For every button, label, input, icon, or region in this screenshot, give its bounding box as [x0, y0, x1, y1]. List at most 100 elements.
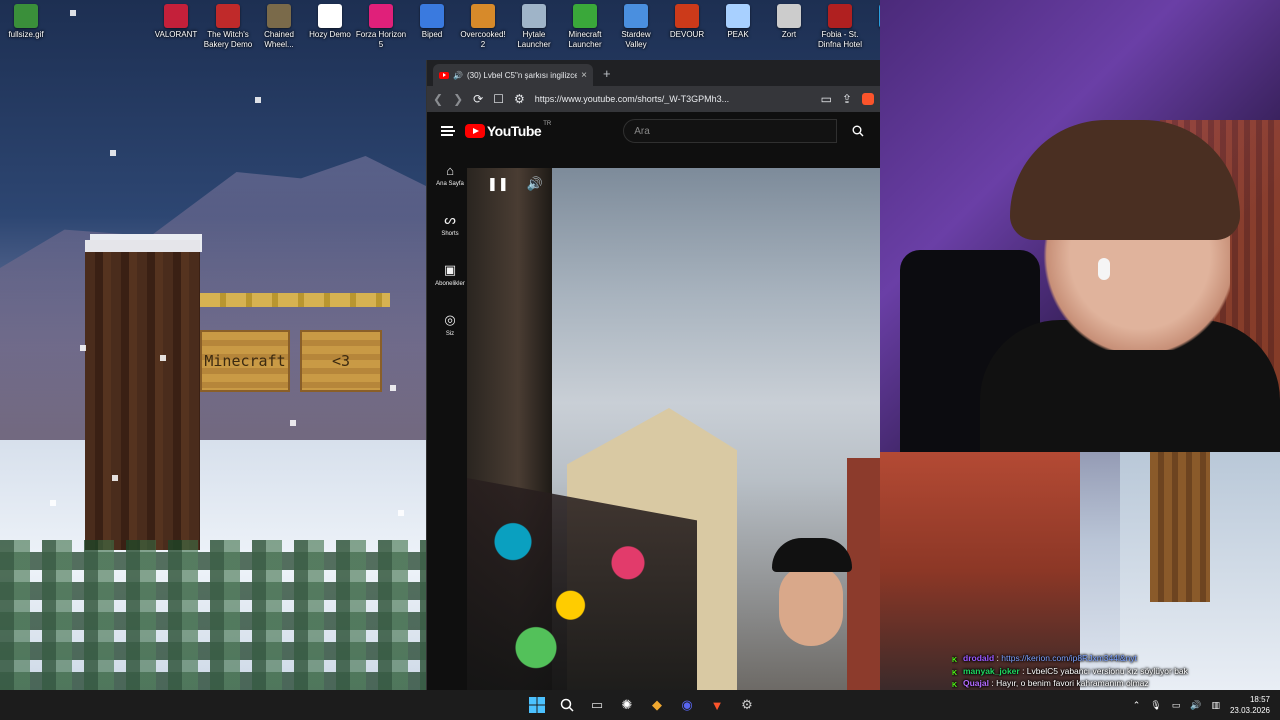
sidebar-item-label: Shorts [441, 231, 459, 237]
network-icon[interactable]: ▥ [1211, 700, 1220, 711]
address-bar: ❮ ❯ ⟳ ☐ ⚙ https://www.youtube.com/shorts… [427, 86, 880, 112]
desktop-icon[interactable]: Hozy Demo [304, 4, 356, 40]
gif-file-icon [14, 4, 38, 28]
home-icon: ⌂ [446, 162, 454, 178]
desktop-icon[interactable]: DEVOUR [661, 4, 713, 40]
tab-bar: 🔊 (30) Lvbel C5"n şarkısı ingilizce × + [427, 60, 880, 86]
share-icon[interactable]: ⇪ [842, 92, 852, 106]
desktop-icon[interactable]: Chained Wheel... [253, 4, 305, 50]
file-explorer-icon[interactable]: ▭ [585, 693, 609, 717]
desktop-icon[interactable]: PEAK [712, 4, 764, 40]
desktop-icon-label: Hytale Launcher [517, 30, 551, 49]
peak-icon [726, 4, 750, 28]
chat-username[interactable]: manyak_joker [963, 666, 1020, 676]
snowflake [398, 510, 404, 516]
desktop-icon-label: PEAK [727, 30, 749, 39]
shorts-video[interactable]: ❚❚ 🔊 [467, 168, 880, 690]
display-icon[interactable]: ▭ [1172, 700, 1181, 711]
singer-cap [772, 538, 852, 572]
witch-bakery-icon [216, 4, 240, 28]
chat-message: K Quajal : Hayır, o benim favori kahraman… [952, 677, 1272, 690]
chatgpt-icon[interactable]: ✺ [615, 693, 639, 717]
chat-username[interactable]: drodald [963, 653, 994, 663]
chat-text: Hayır, o benim favori kahramanım olmaz [996, 678, 1149, 688]
clock-date: 23.03.2026 [1229, 706, 1270, 715]
snowflake [70, 10, 76, 16]
heart-sign: <3 [300, 330, 382, 392]
fobia-icon [828, 4, 852, 28]
bookmark-icon[interactable]: ☐ [493, 92, 504, 106]
new-tab-button[interactable]: + [603, 66, 611, 81]
video-singer [747, 538, 877, 690]
snowflake [112, 475, 118, 481]
chat-separator: : [988, 678, 997, 688]
taskbar-apps: ▭ ✺ ◆ ◉ ▼ ⚙ [525, 690, 759, 720]
tab-title: (30) Lvbel C5"n şarkısı ingilizce [466, 70, 578, 80]
clock[interactable]: 18:57 23.03.2026 [1230, 694, 1270, 716]
desktop-icon[interactable]: Hytale Launcher [508, 4, 560, 50]
game-launcher-icon[interactable]: ◆ [645, 693, 669, 717]
browser-tab[interactable]: 🔊 (30) Lvbel C5"n şarkısı ingilizce × [433, 64, 593, 86]
search-input[interactable]: Ara [623, 119, 838, 143]
chat-message: Kmanyak_joker : LvbelC5 yabancı versionu… [952, 665, 1272, 678]
desktop-icon[interactable]: fullsize.gif [0, 4, 52, 40]
pause-icon[interactable]: ❚❚ [487, 176, 509, 192]
close-tab-icon[interactable]: × [581, 70, 587, 81]
desktop-icon[interactable]: Overcooked! 2 [457, 4, 509, 50]
browser-window: 🔊 (30) Lvbel C5"n şarkısı ingilizce × + … [426, 60, 880, 690]
desktop-icon[interactable]: Biped [406, 4, 458, 40]
zort-icon [777, 4, 801, 28]
minecraft-icon [573, 4, 597, 28]
cast-icon[interactable]: ▭ [821, 92, 832, 106]
desktop-icon[interactable]: Forza Horizon 5 [355, 4, 407, 50]
snowflake [50, 500, 56, 506]
speaker-tray-icon[interactable]: 🔊 [1190, 700, 1201, 711]
brave-icon[interactable]: ▼ [705, 693, 729, 717]
desktop-icon-label: DEVOUR [669, 30, 705, 39]
kick-badge-icon: K [952, 682, 958, 689]
desktop-icon[interactable]: Minecraft Launcher [559, 4, 611, 50]
desktop-icon-label: Zort [781, 30, 797, 39]
desktop-icon[interactable]: Fobia - St. Dinfna Hotel [814, 4, 866, 50]
desktop-icon[interactable]: Zort [763, 4, 815, 40]
microphone-icon[interactable]: 🎙 [1150, 700, 1161, 711]
desktop-icon[interactable]: The Witch's Bakery Demo [202, 4, 254, 50]
snowflake [255, 97, 261, 103]
desktop-icon[interactable]: VALORANT [150, 4, 202, 40]
site-settings-icon[interactable]: ⚙ [514, 92, 525, 106]
singer-face [779, 566, 843, 646]
volume-icon[interactable]: 🔊 [527, 176, 543, 192]
chat-message: Kdrodald : https://kerion.com/ip8RJxm344… [952, 652, 1272, 665]
url-field[interactable]: https://www.youtube.com/shorts/_W-T3GPMh… [535, 94, 811, 104]
biped-icon [420, 4, 444, 28]
brave-shield-icon[interactable] [862, 93, 874, 105]
chat-username[interactable]: Quajal [963, 678, 989, 688]
youtube-favicon-icon [439, 71, 449, 79]
speaker-icon[interactable]: 🔊 [453, 71, 463, 80]
desktop-icon[interactable]: Stardew Valley [610, 4, 662, 50]
minecraft-sign: Minecraft [200, 330, 290, 392]
reload-icon[interactable]: ⟳ [473, 92, 483, 106]
overcooked-icon [471, 4, 495, 28]
desktop-icon-label: VALORANT [154, 30, 198, 39]
discord-icon[interactable]: ◉ [675, 693, 699, 717]
chained-wheel-icon [267, 4, 291, 28]
steam-icon[interactable]: ⚙ [735, 693, 759, 717]
minecraft-wood-beam [200, 293, 390, 307]
chat-text: LvbelC5 yabancı versionu kız söylüyor ba… [1026, 665, 1188, 676]
search-icon[interactable] [849, 119, 866, 143]
clock-time: 18:57 [1249, 695, 1270, 704]
youtube-logo[interactable]: YouTube TR [464, 121, 551, 139]
desktop-icon-label: Biped [421, 30, 443, 39]
start-icon[interactable] [525, 693, 549, 717]
menu-icon[interactable] [441, 126, 455, 136]
forward-icon[interactable]: ❯ [453, 92, 463, 106]
taskbar-search-icon[interactable] [555, 693, 579, 717]
youtube-play-icon [464, 124, 485, 138]
devour-icon [675, 4, 699, 28]
back-icon[interactable]: ❮ [433, 92, 443, 106]
snowflake [390, 385, 396, 391]
desktop-icon-label: Chained Wheel... [264, 30, 294, 49]
sidebar-item-label: Siz [445, 331, 455, 337]
tray-chevron-icon[interactable]: ⌃ [1133, 700, 1141, 711]
